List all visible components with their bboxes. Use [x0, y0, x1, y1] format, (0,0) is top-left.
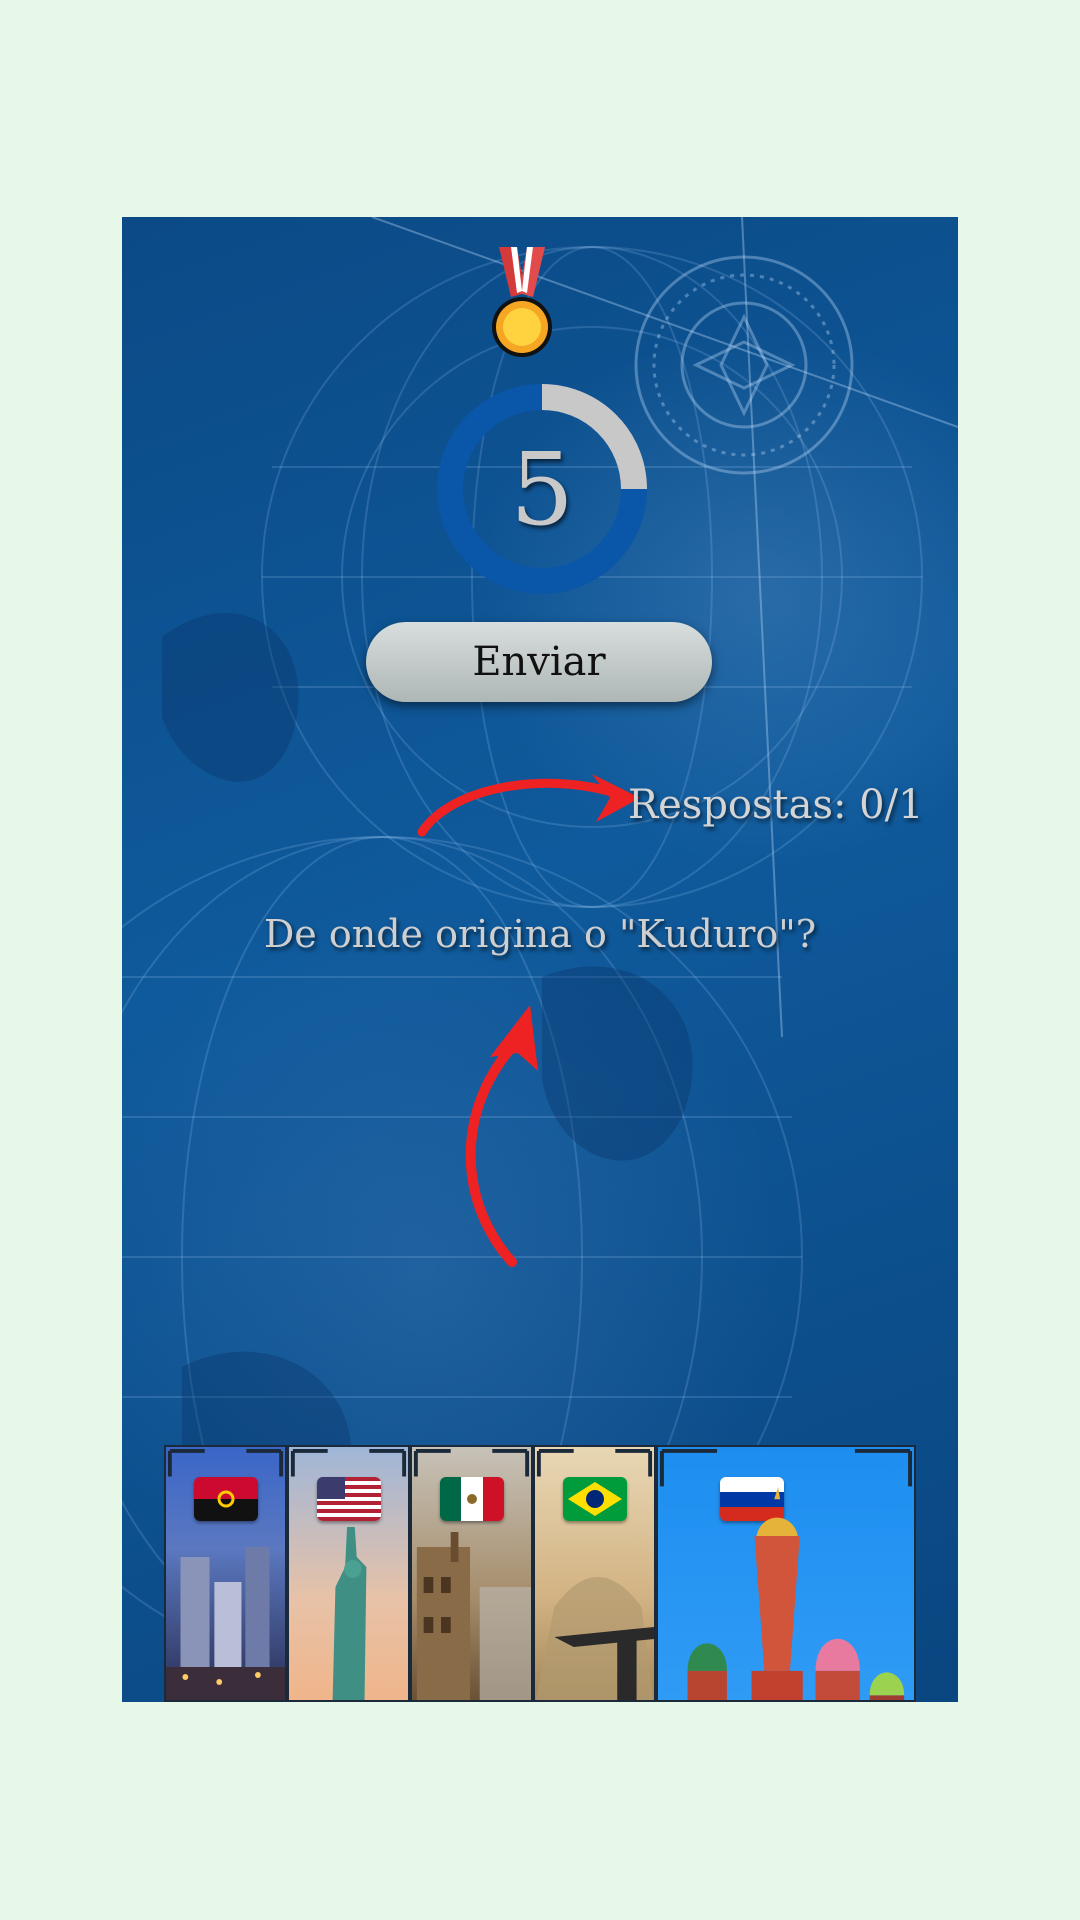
colonial-buildings-image — [416, 1532, 531, 1700]
card-mexico[interactable] — [410, 1445, 533, 1702]
usa-flag-icon — [316, 1477, 381, 1521]
statue-of-liberty-image — [332, 1527, 367, 1700]
brazil-flag-icon — [562, 1477, 627, 1521]
medal-icon — [492, 247, 552, 357]
game-screen: 5 Enviar Respostas: 0/1 De onde origina … — [122, 217, 958, 1702]
question-text: De onde origina o "Kuduro"? — [263, 912, 817, 956]
timer-value: 5 — [510, 430, 574, 548]
card-usa[interactable] — [287, 1445, 410, 1702]
st-basils-cathedral-image — [687, 1487, 905, 1700]
pointer-arrow-up-icon — [465, 1005, 538, 1267]
submit-button[interactable]: Enviar — [366, 622, 712, 702]
card-brazil[interactable] — [533, 1445, 656, 1702]
answers-counter: Respostas: 0/1 — [628, 782, 924, 828]
mexico-flag-icon — [439, 1477, 504, 1521]
city-skyline-image — [166, 1547, 285, 1700]
answer-cards-row — [164, 1445, 916, 1702]
pointer-arrow-right-icon — [417, 774, 640, 837]
card-russia[interactable] — [656, 1445, 916, 1702]
card-angola[interactable] — [164, 1445, 287, 1702]
angola-flag-icon — [193, 1477, 258, 1521]
christ-the-redeemer-image — [535, 1577, 654, 1700]
